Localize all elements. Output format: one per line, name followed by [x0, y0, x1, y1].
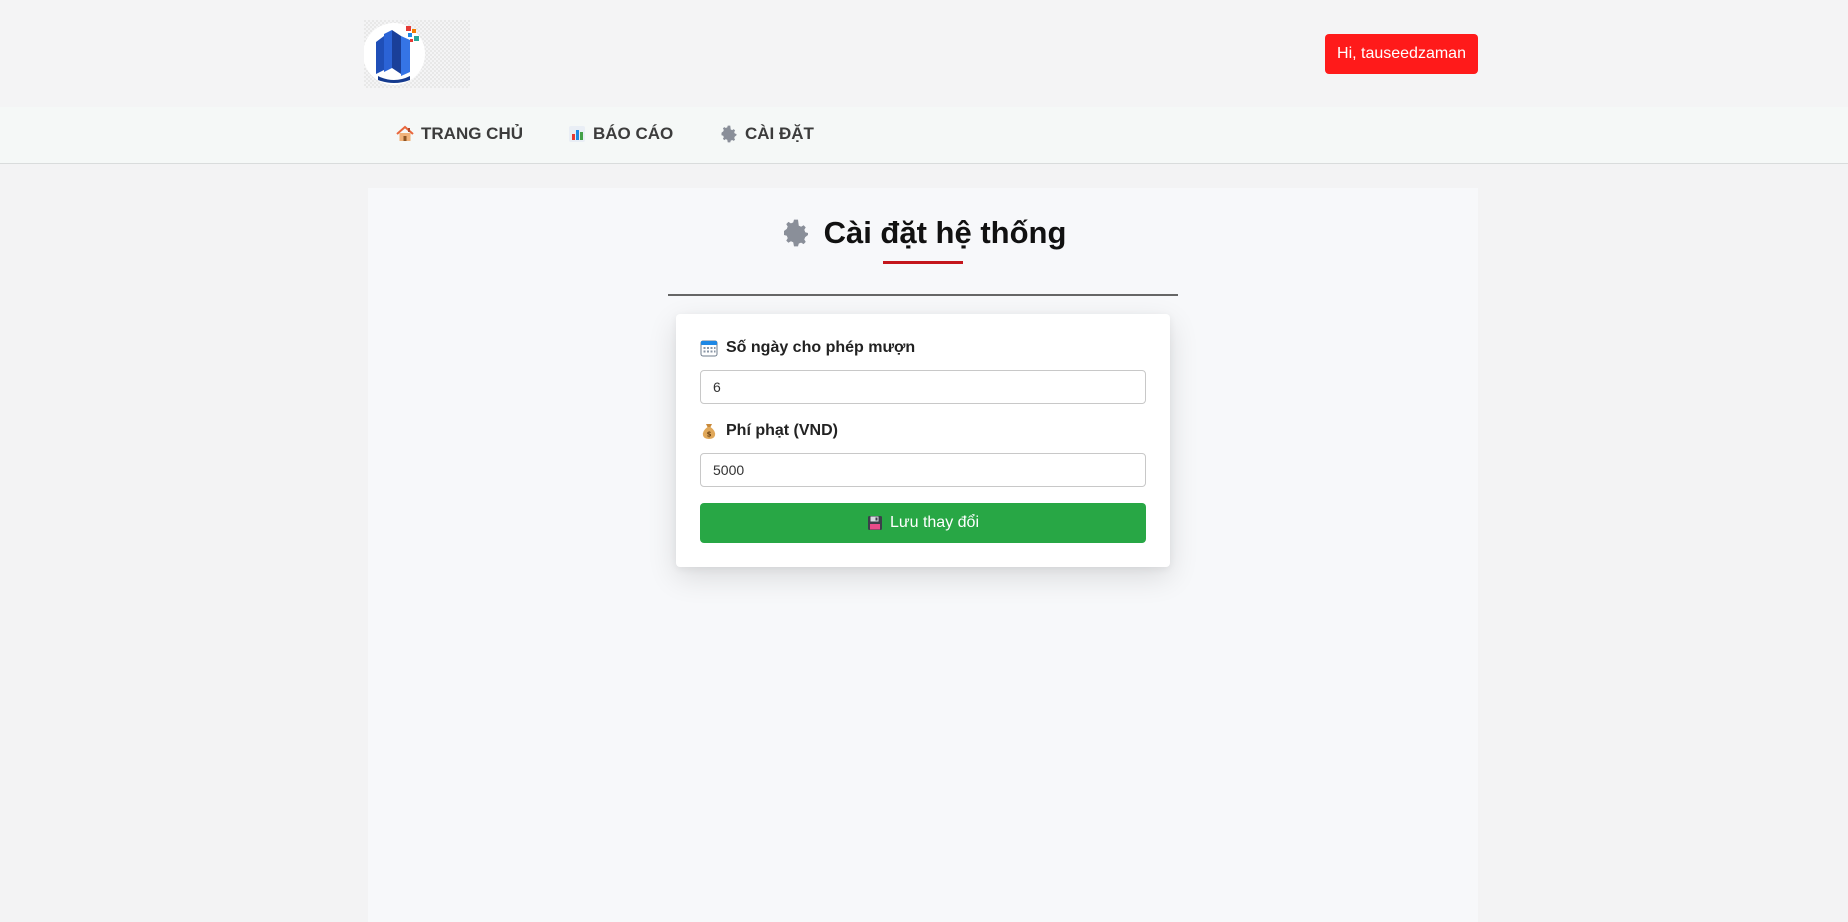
- nav-item-label: TRANG CHỦ: [421, 124, 523, 143]
- page-title-wrap: Cài đặt hệ thống: [368, 215, 1478, 254]
- nav-item-home[interactable]: TRANG CHỦ: [395, 124, 523, 144]
- page-title-text: Cài đặt hệ thống: [823, 215, 1067, 250]
- floppy-disk-icon: [868, 516, 882, 530]
- bar-chart-icon: [567, 124, 587, 144]
- title-underline: [883, 261, 963, 264]
- top-header: Hi, tauseedzaman: [0, 0, 1848, 107]
- gear-icon: [783, 219, 808, 247]
- library-logo[interactable]: [364, 20, 470, 88]
- fine-fee-input[interactable]: [700, 453, 1146, 487]
- svg-text:$: $: [707, 431, 712, 439]
- nav-item-settings[interactable]: CÀI ĐẶT: [719, 124, 814, 144]
- nav-item-reports[interactable]: BÁO CÁO: [567, 124, 673, 144]
- house-icon: [395, 124, 415, 144]
- section-divider: [668, 294, 1178, 296]
- borrow-days-label: Số ngày cho phép mượn: [700, 339, 915, 357]
- save-button-label: Lưu thay đổi: [890, 514, 979, 531]
- calendar-icon: [700, 340, 718, 357]
- borrow-days-input[interactable]: [700, 370, 1146, 404]
- borrow-days-label-text: Số ngày cho phép mượn: [726, 339, 916, 356]
- user-greeting-button[interactable]: Hi, tauseedzaman: [1325, 34, 1478, 74]
- settings-panel: Cài đặt hệ thống Số ngày cho phép mượn $: [368, 188, 1478, 922]
- nav-item-label: CÀI ĐẶT: [745, 124, 814, 143]
- main-navigation: TRANG CHỦ BÁO CÁO CÀI ĐẶT: [0, 107, 1848, 164]
- nav-item-label: BÁO CÁO: [593, 124, 674, 143]
- save-changes-button[interactable]: Lưu thay đổi: [700, 503, 1146, 543]
- settings-form-card: Số ngày cho phép mượn $ Phí phạt (VND) L…: [676, 314, 1170, 567]
- fine-fee-label-text: Phí phạt (VND): [726, 422, 838, 439]
- page-title: Cài đặt hệ thống: [780, 215, 1067, 251]
- fine-fee-label: $ Phí phạt (VND): [700, 422, 838, 440]
- money-bag-icon: $: [702, 424, 716, 439]
- gear-icon: [719, 124, 739, 144]
